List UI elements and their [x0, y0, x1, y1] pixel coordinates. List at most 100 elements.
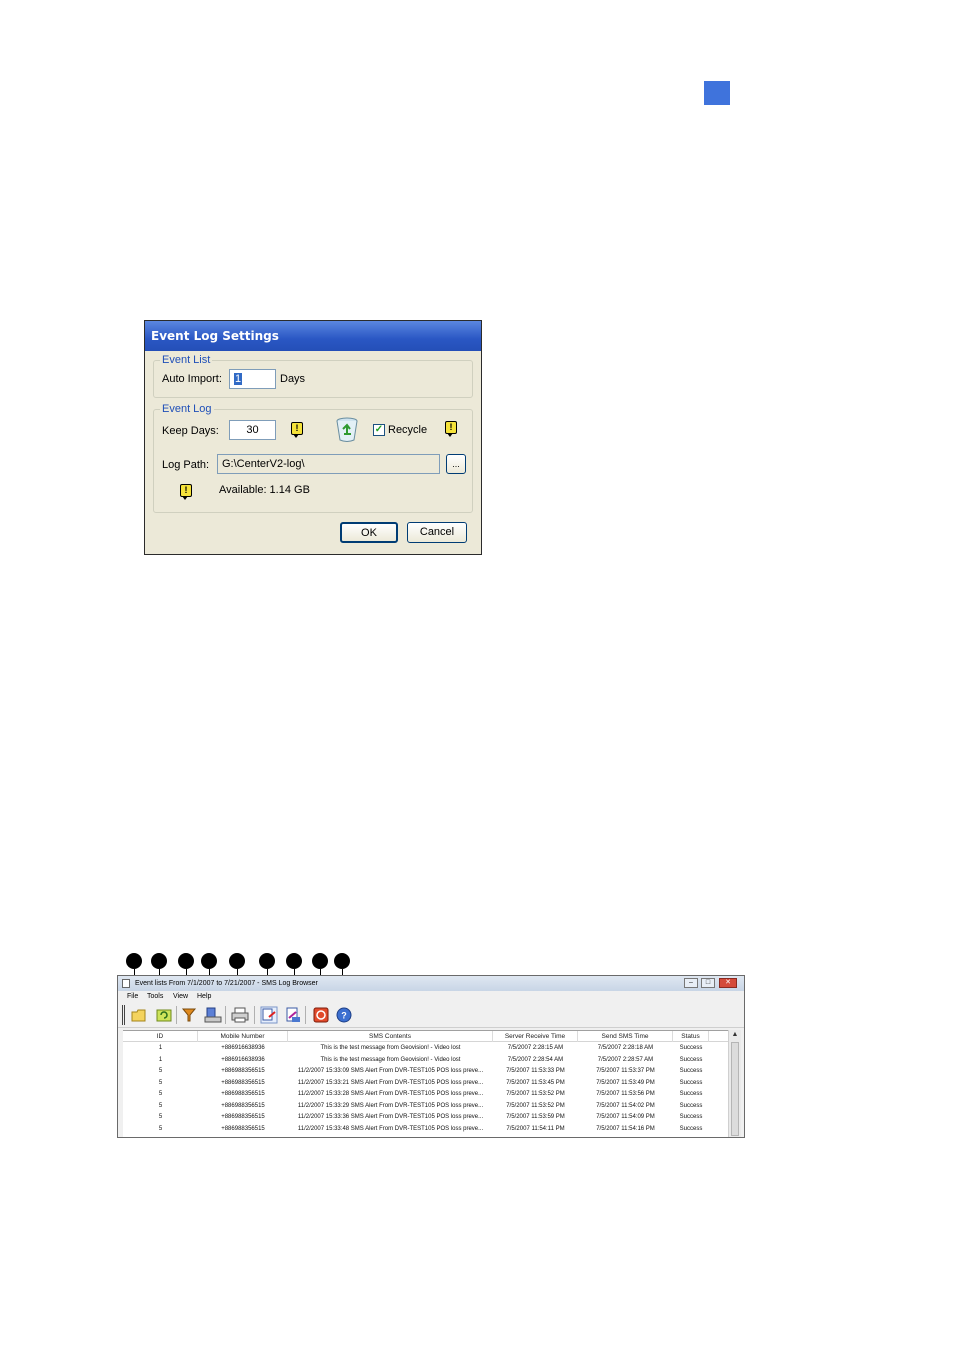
- auto-import-label: Auto Import:: [162, 373, 222, 385]
- available-space-text: Available: 1.14 GB: [219, 484, 310, 496]
- recycle-warning-icon: !: [445, 421, 457, 437]
- sms-log-table: ID Mobile Number SMS Contents Server Rec…: [123, 1030, 728, 1137]
- cell-sms-contents: 11/2/2007 15:33:09 SMS Alert From DVR-TE…: [297, 1068, 484, 1074]
- table-row[interactable]: 1 +886916638936 This is the test message…: [123, 1043, 728, 1055]
- toolbar-grip[interactable]: [122, 1005, 125, 1025]
- maximize-button[interactable]: □: [701, 978, 715, 988]
- toolbar-separator: [305, 1006, 306, 1024]
- exit-icon[interactable]: [312, 1006, 330, 1024]
- table-row[interactable]: 5 +886988356515 11/2/2007 15:33:48 SMS A…: [123, 1124, 728, 1136]
- menu-view[interactable]: View: [173, 991, 188, 1002]
- table-row[interactable]: 5 +886988356515 11/2/2007 15:33:21 SMS A…: [123, 1078, 728, 1090]
- cell-sms-contents: This is the test message from Geovision!…: [320, 1045, 461, 1051]
- cell-mobile-number: +886988356515: [221, 1091, 265, 1097]
- cell-id: 5: [158, 1068, 163, 1074]
- recycle-checkbox[interactable]: ✓: [373, 424, 385, 436]
- toolbar-separator: [176, 1006, 177, 1024]
- cell-id: 5: [158, 1079, 163, 1086]
- menu-tools[interactable]: Tools: [147, 991, 163, 1002]
- cell-sms-contents: 11/2/2007 15:33:21 SMS Alert From DVR-TE…: [297, 1079, 484, 1086]
- table-header: ID Mobile Number SMS Contents Server Rec…: [123, 1031, 728, 1042]
- column-header-send-sms-time[interactable]: Send SMS Time: [578, 1031, 673, 1042]
- cell-status: Success: [679, 1091, 703, 1097]
- cell-sms-contents: This is the test message from Geovision!…: [320, 1056, 461, 1063]
- chapter-tab-marker: [704, 81, 730, 105]
- scrollbar-thumb[interactable]: [731, 1042, 739, 1136]
- menu-help[interactable]: Help: [197, 991, 211, 1002]
- toolbar: ?: [118, 1002, 744, 1028]
- table-row[interactable]: 1 +886916638936 This is the test message…: [123, 1055, 728, 1067]
- cell-mobile-number: +886988356515: [221, 1114, 265, 1120]
- sms-log-browser-window: Event lists From 7/1/2007 to 7/21/2007 -…: [117, 975, 745, 1138]
- keep-days-input[interactable]: 30: [229, 420, 276, 440]
- cell-server-receive-time: 7/5/2007 11:53:45 PM: [506, 1079, 565, 1086]
- recycle-bin-icon: [336, 417, 358, 442]
- scroll-up-arrow-icon[interactable]: ▲: [729, 1030, 741, 1040]
- callout-2: [151, 953, 167, 969]
- cell-status: Success: [679, 1045, 703, 1051]
- table-row[interactable]: 5 +886988356515 11/2/2007 15:33:28 SMS A…: [123, 1089, 728, 1101]
- cell-id: 1: [158, 1045, 163, 1051]
- import-icon[interactable]: [284, 1006, 302, 1024]
- menu-file[interactable]: File: [127, 991, 138, 1002]
- cell-server-receive-time: 7/5/2007 11:53:59 PM: [506, 1114, 565, 1120]
- filter-icon[interactable]: [180, 1006, 198, 1024]
- cell-send-sms-time: 7/5/2007 11:53:37 PM: [596, 1068, 655, 1074]
- browse-button[interactable]: ...: [446, 454, 466, 474]
- callout-9: [334, 953, 350, 969]
- keep-days-label: Keep Days:: [162, 425, 219, 437]
- cell-send-sms-time: 7/5/2007 11:54:09 PM: [596, 1114, 655, 1120]
- event-list-legend: Event List: [160, 354, 213, 366]
- window-titlebar: Event lists From 7/1/2007 to 7/21/2007 -…: [118, 976, 744, 991]
- auto-import-value: 1: [234, 373, 243, 385]
- ok-button[interactable]: OK: [340, 522, 398, 543]
- cell-send-sms-time: 7/5/2007 11:53:49 PM: [596, 1079, 655, 1086]
- cell-server-receive-time: 7/5/2007 11:53:52 PM: [506, 1091, 565, 1097]
- help-icon[interactable]: ?: [335, 1006, 353, 1024]
- cell-id: 5: [158, 1114, 163, 1120]
- callout-4: [201, 953, 217, 969]
- refresh-icon[interactable]: [155, 1006, 173, 1024]
- column-header-id[interactable]: ID: [123, 1031, 198, 1042]
- cell-status: Success: [679, 1114, 703, 1120]
- cell-status: Success: [679, 1056, 703, 1063]
- cell-status: Success: [679, 1068, 703, 1074]
- close-button[interactable]: ✕: [719, 978, 737, 988]
- column-header-server-receive-time[interactable]: Server Receive Time: [493, 1031, 578, 1042]
- cell-mobile-number: +886988356515: [221, 1079, 265, 1086]
- available-warning-icon: !: [180, 484, 192, 500]
- callout-8: [312, 953, 328, 969]
- event-log-settings-dialog: Event Log Settings Event List Auto Impor…: [144, 320, 482, 555]
- export-icon[interactable]: [260, 1006, 278, 1024]
- cell-status: Success: [679, 1102, 703, 1109]
- cancel-button[interactable]: Cancel: [407, 522, 467, 543]
- auto-import-input[interactable]: 1: [229, 369, 276, 389]
- save-disk-icon[interactable]: [204, 1006, 222, 1024]
- cell-id: 5: [158, 1091, 163, 1097]
- menu-bar: File Tools View Help: [118, 991, 744, 1002]
- minimize-button[interactable]: –: [684, 978, 698, 988]
- recycle-label: Recycle: [388, 424, 428, 436]
- table-row[interactable]: 5 +886988356515 11/2/2007 15:33:29 SMS A…: [123, 1101, 728, 1113]
- cell-id: 5: [158, 1125, 163, 1132]
- table-row[interactable]: 5 +886988356515 11/2/2007 15:33:36 SMS A…: [123, 1112, 728, 1124]
- column-header-sms-contents[interactable]: SMS Contents: [288, 1031, 493, 1042]
- dialog-title: Event Log Settings: [145, 321, 481, 351]
- print-icon[interactable]: [231, 1006, 249, 1024]
- cell-sms-contents: 11/2/2007 15:33:29 SMS Alert From DVR-TE…: [297, 1102, 484, 1109]
- cell-id: 5: [158, 1102, 163, 1109]
- cell-send-sms-time: 7/5/2007 11:54:02 PM: [596, 1102, 655, 1109]
- column-header-mobile-number[interactable]: Mobile Number: [198, 1031, 288, 1042]
- keep-days-warning-icon: !: [291, 422, 303, 438]
- open-folder-icon[interactable]: [130, 1006, 148, 1024]
- cell-sms-contents: 11/2/2007 15:33:48 SMS Alert From DVR-TE…: [297, 1125, 484, 1132]
- table-row[interactable]: 5 +886988356515 11/2/2007 15:33:09 SMS A…: [123, 1066, 728, 1078]
- event-log-legend: Event Log: [160, 403, 214, 415]
- column-header-status[interactable]: Status: [673, 1031, 709, 1042]
- cell-server-receive-time: 7/5/2007 11:54:11 PM: [506, 1125, 565, 1132]
- log-path-field[interactable]: G:\CenterV2-log\: [217, 454, 440, 474]
- cell-id: 1: [158, 1056, 163, 1063]
- vertical-scrollbar[interactable]: ▲: [728, 1030, 741, 1137]
- cell-sms-contents: 11/2/2007 15:33:28 SMS Alert From DVR-TE…: [297, 1091, 484, 1097]
- cell-status: Success: [679, 1125, 703, 1132]
